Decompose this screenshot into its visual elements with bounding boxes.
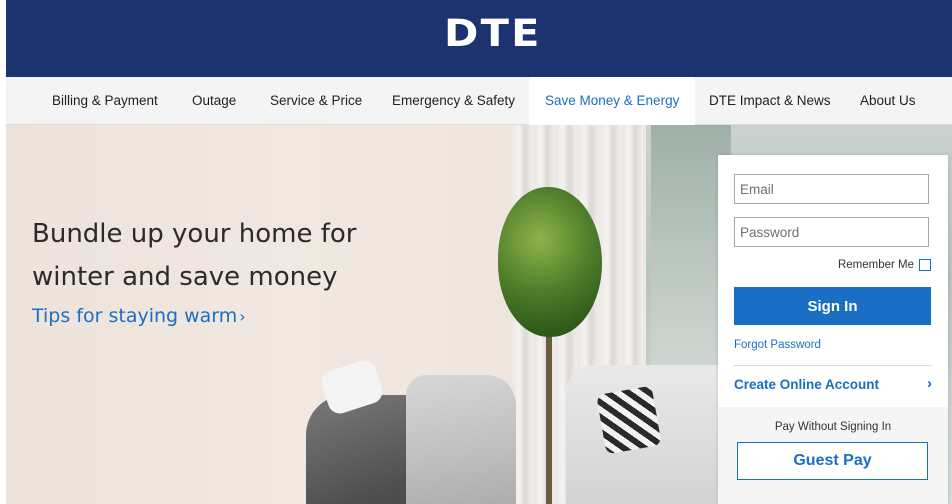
create-online-account-link[interactable]: Create Online Account › bbox=[734, 375, 932, 397]
page: DTE Billing & Payment Outage Service & P… bbox=[0, 0, 952, 504]
hero-blanket-image bbox=[406, 375, 516, 504]
password-input[interactable] bbox=[734, 217, 929, 247]
nav-save-money-energy[interactable]: Save Money & Energy bbox=[529, 77, 696, 125]
nav-emergency-safety[interactable]: Emergency & Safety bbox=[392, 77, 515, 125]
nav-outage[interactable]: Outage bbox=[192, 77, 236, 125]
email-input[interactable] bbox=[734, 174, 929, 204]
site-header: DTE bbox=[6, 0, 952, 77]
hero-pillow-image bbox=[596, 385, 662, 455]
main-nav: Billing & Payment Outage Service & Price… bbox=[6, 77, 952, 125]
sign-in-button[interactable]: Sign In bbox=[734, 287, 931, 325]
nav-billing-payment[interactable]: Billing & Payment bbox=[52, 77, 158, 125]
pay-without-signing-in-label: Pay Without Signing In bbox=[774, 421, 892, 433]
remember-me-checkbox[interactable] bbox=[919, 259, 931, 271]
chevron-right-icon: › bbox=[927, 375, 932, 392]
tips-staying-warm-link[interactable]: Tips for staying warm › bbox=[32, 305, 246, 327]
nav-dte-impact-news[interactable]: DTE Impact & News bbox=[709, 77, 831, 125]
forgot-password-link[interactable]: Forgot Password bbox=[734, 339, 821, 351]
hero-plant-trunk bbox=[546, 335, 552, 504]
hero-title: Bundle up your home for winter and save … bbox=[32, 219, 357, 292]
hero-plant-image bbox=[498, 187, 602, 337]
nav-service-price[interactable]: Service & Price bbox=[270, 77, 362, 125]
guest-pay-section: Pay Without Signing In Guest Pay bbox=[718, 407, 948, 504]
remember-me-label: Remember Me bbox=[837, 259, 914, 271]
nav-about-us[interactable]: About Us bbox=[860, 77, 916, 125]
guest-pay-button[interactable]: Guest Pay bbox=[737, 442, 928, 480]
login-panel: Remember Me Sign In Forgot Password Crea… bbox=[718, 155, 948, 504]
divider bbox=[734, 365, 932, 366]
create-account-label: Create Online Account bbox=[734, 377, 880, 392]
tips-link-label: Tips for staying warm bbox=[32, 305, 238, 327]
chevron-right-icon: › bbox=[239, 307, 246, 326]
dte-logo[interactable]: DTE bbox=[444, 12, 542, 56]
remember-me[interactable]: Remember Me bbox=[838, 259, 931, 271]
